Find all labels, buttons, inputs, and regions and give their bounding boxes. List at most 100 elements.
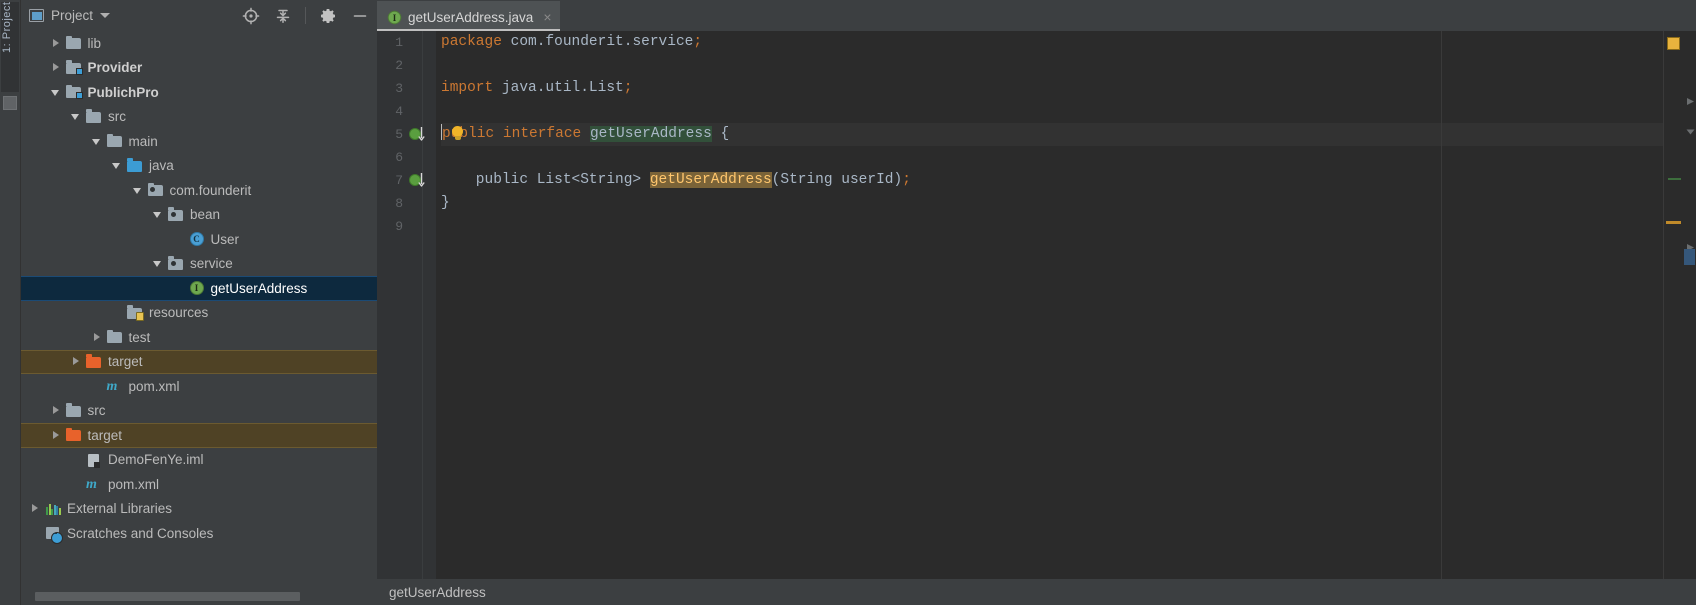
chevron-down-icon[interactable] (152, 257, 165, 270)
project-tree-scroll[interactable]: lib Provider PublichPro src main java com.foun… (21, 31, 377, 589)
tree-item[interactable]: PublichPro (21, 80, 377, 105)
warning-square-icon[interactable] (1667, 37, 1680, 50)
gutter-line[interactable]: 2 (377, 54, 436, 77)
chevron-right-icon[interactable] (91, 331, 104, 344)
implemented-arrow-icon (418, 126, 425, 142)
tree-item[interactable]: src (21, 105, 377, 130)
tree-item-label: service (190, 256, 233, 271)
scroll-collapse-arrow-icon[interactable] (1686, 123, 1695, 135)
chevron-right-icon[interactable] (50, 404, 63, 417)
external-libraries-icon (44, 501, 62, 517)
editor-marker-strip[interactable] (1663, 31, 1683, 579)
code-line[interactable]: public List<String> getUserAddress(Strin… (441, 169, 1663, 192)
chevron-down-icon[interactable] (100, 13, 111, 18)
implemented-marker-icon[interactable] (403, 169, 429, 192)
minimize-icon[interactable] (347, 3, 373, 29)
gutter-line[interactable]: 3 (377, 77, 436, 100)
package-icon (167, 207, 185, 223)
code-line[interactable] (441, 100, 1663, 123)
marker-stripe-orange[interactable] (1666, 221, 1681, 224)
tree-item[interactable]: resources (21, 301, 377, 326)
tree-item-label: com.founderit (169, 182, 252, 198)
implemented-marker-icon[interactable] (403, 123, 429, 146)
chevron-right-icon[interactable] (29, 502, 42, 515)
collapse-all-icon[interactable] (270, 3, 296, 29)
tree-item[interactable]: m pom.xml (21, 472, 377, 497)
tree-item[interactable]: Provider (21, 56, 377, 81)
project-horizontal-scrollbar[interactable] (21, 589, 377, 605)
tree-item[interactable]: com.founderit (21, 178, 377, 203)
code-line[interactable]: public interface getUserAddress { (441, 123, 1663, 146)
tree-item[interactable]: service (21, 252, 377, 277)
project-panel: Project lib Provider PublichPro src main… (21, 0, 377, 605)
code-line[interactable]: import java.util.List; (441, 77, 1663, 100)
editor-tab-getuseraddress[interactable]: I getUserAddress.java × (377, 1, 560, 31)
editor-gutter[interactable]: 1 2 3 4 5 6 7 8 9 (377, 31, 436, 579)
project-panel-header: Project (21, 0, 377, 31)
project-view-selector[interactable]: Project (29, 8, 111, 23)
chevron-right-icon[interactable] (50, 61, 63, 74)
close-icon[interactable]: × (543, 9, 551, 25)
chevron-down-icon[interactable] (91, 135, 104, 148)
package-icon (167, 256, 185, 272)
chevron-down-icon[interactable] (70, 110, 83, 123)
code-text-area[interactable]: package com.founderit.service; import jav… (436, 31, 1663, 579)
tree-item-label: DemoFenYe.iml (108, 452, 204, 467)
editor-vertical-scrollbar[interactable] (1683, 31, 1696, 579)
tree-item[interactable]: DemoFenYe.iml (21, 448, 377, 473)
gutter-line[interactable]: 6 (377, 146, 436, 169)
gutter-line[interactable]: 5 (377, 123, 436, 146)
gutter-line[interactable]: 4 (377, 100, 436, 123)
tree-item[interactable]: lib (21, 31, 377, 56)
scrollbar-thumb[interactable] (35, 592, 300, 601)
scroll-down-arrow-icon[interactable] (1686, 239, 1695, 251)
maven-file-icon: m (106, 379, 118, 395)
code-line[interactable]: } (441, 192, 1663, 215)
project-tool-button[interactable]: 1: Project (1, 2, 19, 92)
tree-item[interactable]: Scratches and Consoles (21, 521, 377, 546)
gutter-line[interactable]: 7 (377, 169, 436, 192)
code-line[interactable] (441, 54, 1663, 77)
locate-in-tree-icon[interactable] (238, 3, 264, 29)
scroll-up-arrow-icon[interactable] (1686, 93, 1695, 105)
vertical-scrollbar-thumb[interactable] (1684, 249, 1695, 265)
tree-item-label: java (149, 158, 174, 173)
tree-item-label: PublichPro (87, 84, 159, 100)
lightbulb-icon[interactable] (450, 126, 465, 143)
tree-item[interactable]: main (21, 129, 377, 154)
chevron-down-icon[interactable] (111, 159, 124, 172)
source-folder-icon (126, 158, 144, 174)
tree-item[interactable]: target (21, 349, 377, 374)
svg-text:I: I (393, 13, 397, 23)
breadcrumb[interactable]: getUserAddress (389, 585, 486, 600)
chevron-down-icon[interactable] (132, 184, 145, 197)
line-number: 1 (395, 35, 403, 50)
chevron-down-icon[interactable] (50, 86, 63, 99)
gutter-line[interactable]: 9 (377, 215, 436, 238)
chevron-down-icon[interactable] (152, 208, 165, 221)
tree-item[interactable]: bean (21, 203, 377, 228)
tree-item[interactable]: target (21, 423, 377, 448)
gutter-line[interactable]: 8 (377, 192, 436, 215)
tree-item[interactable]: C User (21, 227, 377, 252)
chevron-right-icon[interactable] (50, 429, 63, 442)
marker-stripe-green[interactable] (1668, 178, 1681, 180)
tree-item[interactable]: src (21, 399, 377, 424)
tree-item[interactable]: External Libraries (21, 497, 377, 522)
tree-item[interactable]: java (21, 154, 377, 179)
chevron-right-icon[interactable] (50, 37, 63, 50)
gear-icon[interactable] (315, 3, 341, 29)
code-line[interactable] (441, 146, 1663, 169)
tree-item-selected[interactable]: IgetUserAddress (21, 276, 377, 301)
line-number: 3 (395, 81, 403, 96)
tree-item[interactable]: m pom.xml (21, 374, 377, 399)
code-line[interactable]: package com.founderit.service; (441, 31, 1663, 54)
tree-item[interactable]: test (21, 325, 377, 350)
code-line[interactable] (441, 215, 1663, 238)
project-tree: lib Provider PublichPro src main java com.foun… (21, 31, 377, 546)
line-number: 6 (395, 150, 403, 165)
gutter-line[interactable]: 1 (377, 31, 436, 54)
chevron-right-icon[interactable] (70, 355, 83, 368)
